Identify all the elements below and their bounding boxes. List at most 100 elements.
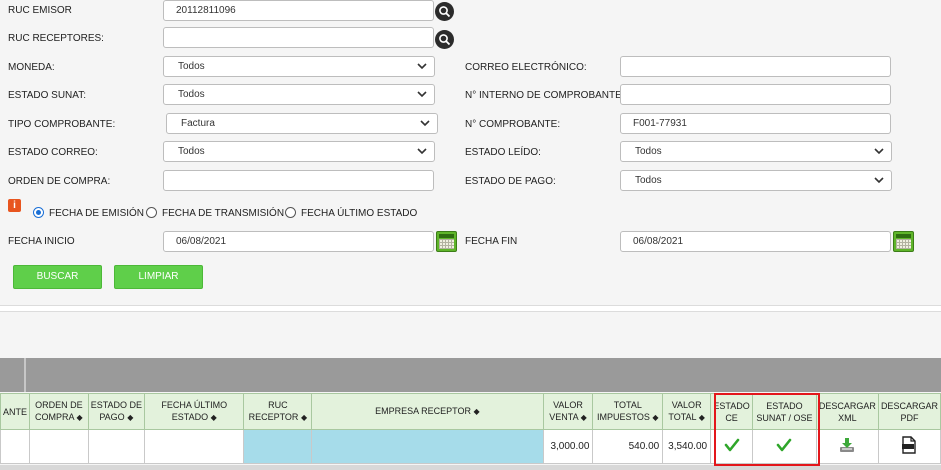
cell-ante <box>0 429 31 464</box>
check-icon <box>724 438 739 452</box>
estado-leido-select[interactable]: Todos <box>620 141 892 162</box>
col-estado-pago[interactable]: ESTADO DE PAGO ◆ <box>87 393 146 430</box>
col-estado-ce: ESTADO CE <box>710 393 754 430</box>
col-descargar-pdf: DESCARGAR PDF <box>877 393 941 430</box>
magnifier-icon <box>439 6 451 18</box>
table-footer-band <box>0 465 941 470</box>
col-label: ESTADO <box>713 400 750 411</box>
correo-label: CORREO ELECTRÓNICO: <box>465 62 587 73</box>
col-label: RUC <box>268 400 288 410</box>
numero-comprobante-input[interactable]: F001-77931 <box>620 113 891 134</box>
col-label: CE <box>725 412 738 423</box>
cell-descargar-pdf[interactable] <box>877 429 941 464</box>
limpiar-button[interactable]: LIMPIAR <box>114 265 203 289</box>
fecha-fin-label: FECHA FIN <box>465 236 518 247</box>
chevron-down-icon <box>874 177 884 184</box>
numero-interno-input[interactable] <box>620 84 891 105</box>
buscar-button[interactable]: BUSCAR <box>13 265 102 289</box>
moneda-select[interactable]: Todos <box>163 56 435 77</box>
fecha-inicio-input[interactable]: 06/08/2021 <box>163 231 434 252</box>
sort-icon: ◆ <box>473 407 480 416</box>
col-label: RECEPTOR <box>248 412 299 422</box>
col-label: ANTE <box>3 406 28 417</box>
col-total-impuestos[interactable]: TOTAL IMPUESTOS ◆ <box>592 393 664 430</box>
table-row[interactable]: 3,000.00 540.00 3,540.00 <box>0 429 941 464</box>
ruc-emisor-input[interactable]: 20112811096 <box>163 0 434 21</box>
estado-pago-label: ESTADO DE PAGO: <box>465 176 556 187</box>
calendar-icon[interactable] <box>436 231 457 252</box>
col-label: EMPRESA RECEPTOR <box>375 406 472 416</box>
cell-orden-compra <box>29 429 89 464</box>
col-ante[interactable]: ANTE <box>0 393 31 430</box>
cell-ruc-receptor <box>243 429 313 464</box>
col-label: XML <box>838 412 857 423</box>
col-orden-compra[interactable]: ORDEN DE COMPRA ◆ <box>29 393 89 430</box>
chevron-down-icon <box>417 148 427 155</box>
col-fecha-ultimo-estado[interactable]: FECHA ÚLTIMO ESTADO ◆ <box>144 393 245 430</box>
estado-correo-label: ESTADO CORREO: <box>8 147 98 158</box>
estado-leido-label: ESTADO LEÍDO: <box>465 147 541 158</box>
estado-sunat-select[interactable]: Todos <box>163 84 435 105</box>
col-valor-venta[interactable]: VALOR VENTA ◆ <box>542 393 594 430</box>
correo-input[interactable] <box>620 56 891 77</box>
col-label: PAGO <box>99 412 125 422</box>
radio-fecha-emision[interactable] <box>33 207 44 218</box>
moneda-value: Todos <box>178 61 205 72</box>
fecha-inicio-label: FECHA INICIO <box>8 236 75 247</box>
sort-icon: ◆ <box>300 413 308 422</box>
check-icon <box>777 438 792 452</box>
calendar-icon[interactable] <box>893 231 914 252</box>
col-label: SUNAT / OSE <box>756 412 813 423</box>
estado-leido-value: Todos <box>635 146 662 157</box>
sort-icon: ◆ <box>580 413 587 422</box>
col-label: VALOR <box>671 400 702 410</box>
col-estado-sunat: ESTADO SUNAT / OSE <box>752 393 817 430</box>
col-ruc-receptor[interactable]: RUC RECEPTOR ◆ <box>243 393 313 430</box>
cell-estado-pago <box>87 429 146 464</box>
tipo-comprobante-select[interactable]: Factura <box>166 113 438 134</box>
col-empresa-receptor[interactable]: EMPRESA RECEPTOR ◆ <box>311 393 544 430</box>
col-label: VALOR <box>553 400 583 410</box>
col-label: ORDEN DE <box>35 400 83 410</box>
ruc-receptores-input[interactable] <box>163 27 434 48</box>
ruc-receptores-label: RUC RECEPTORES: <box>8 33 104 44</box>
radio-fecha-ultimo-estado[interactable] <box>285 207 296 218</box>
sort-icon: ◆ <box>210 413 217 422</box>
col-label: VENTA <box>549 412 579 422</box>
numero-interno-label: N° INTERNO DE COMPROBANTE: <box>465 90 625 101</box>
estado-correo-select[interactable]: Todos <box>163 141 435 162</box>
search-receptores-button[interactable] <box>435 30 454 49</box>
tipo-comprobante-value: Factura <box>181 118 215 129</box>
fecha-fin-input[interactable]: 06/08/2021 <box>620 231 891 252</box>
orden-compra-label: ORDEN DE COMPRA: <box>8 176 111 187</box>
cell-valor-venta: 3,000.00 <box>542 429 594 464</box>
cell-empresa-receptor <box>311 429 544 464</box>
chevron-down-icon <box>874 148 884 155</box>
col-label: TOTAL <box>613 400 642 410</box>
col-label: ESTADO <box>171 412 209 422</box>
moneda-label: MONEDA: <box>8 62 55 73</box>
cell-descargar-xml[interactable] <box>815 429 879 464</box>
cell-estado-sunat[interactable] <box>752 429 817 464</box>
pdf-icon <box>902 436 917 454</box>
tipo-comprobante-label: TIPO COMPROBANTE: <box>8 119 116 130</box>
radio-fecha-transmision[interactable] <box>146 207 157 218</box>
sort-icon: ◆ <box>76 413 83 422</box>
col-label: PDF <box>900 412 919 423</box>
estado-pago-select[interactable]: Todos <box>620 170 892 191</box>
search-emisor-button[interactable] <box>435 2 454 21</box>
download-xml-icon <box>840 438 855 452</box>
cell-valor-total: 3,540.00 <box>662 429 712 464</box>
col-label: COMPRA <box>35 412 75 422</box>
numero-comprobante-label: N° COMPROBANTE: <box>465 119 561 130</box>
col-label: ESTADO DE <box>90 400 143 410</box>
cell-estado-ce[interactable] <box>710 429 754 464</box>
sort-icon: ◆ <box>652 413 659 422</box>
col-valor-total[interactable]: VALOR TOTAL ◆ <box>662 393 712 430</box>
col-label: TOTAL <box>668 412 697 422</box>
estado-correo-value: Todos <box>178 146 205 157</box>
info-icon[interactable]: i <box>8 199 21 212</box>
table-toolbar <box>0 358 941 392</box>
filter-panel: RUC EMISOR 20112811096 RUC RECEPTORES: M… <box>0 0 941 306</box>
orden-compra-input[interactable] <box>163 170 434 191</box>
